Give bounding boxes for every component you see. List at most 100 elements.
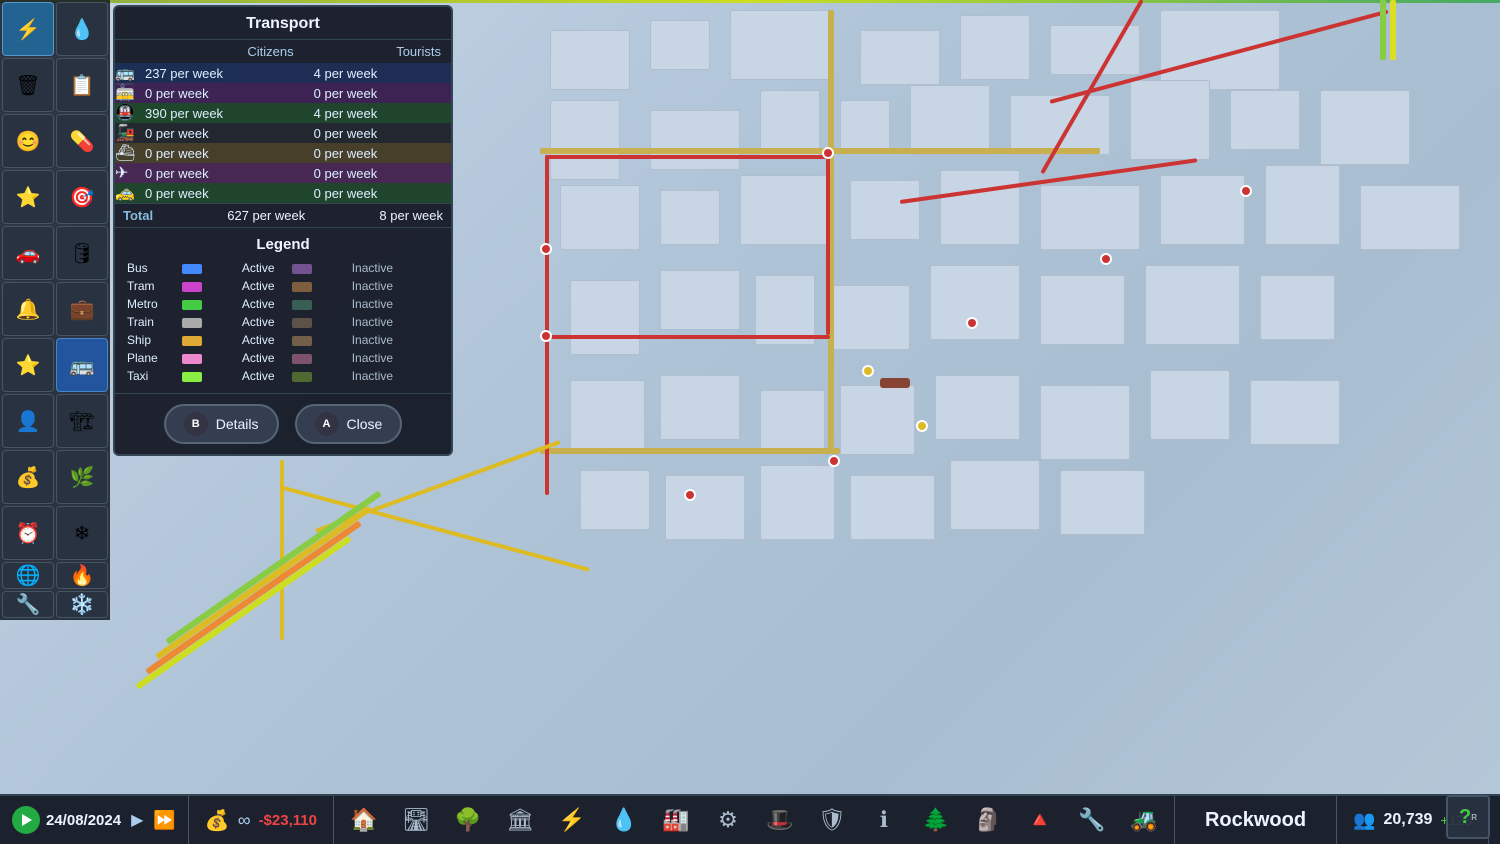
legend-inactive-label-train: Inactive bbox=[348, 313, 443, 331]
bottom-icon-water2[interactable]: 💧 bbox=[602, 798, 646, 842]
metro-icon: 🚇 bbox=[115, 103, 145, 123]
legend-active-label-tram: Active bbox=[238, 277, 288, 295]
legend-inactive-label-taxi: Inactive bbox=[348, 367, 443, 385]
bottom-icon-triangle[interactable]: 🔺 bbox=[1018, 798, 1062, 842]
legend-inactive-label-plane: Inactive bbox=[348, 349, 443, 367]
legend-table: Bus Active Inactive Tram Active Inactive… bbox=[123, 259, 443, 385]
bottom-icon-park[interactable]: 🌳 bbox=[446, 798, 490, 842]
transport-row-train: 🚂 0 per week 0 per week bbox=[115, 123, 451, 143]
city-name-section: Rockwood bbox=[1174, 796, 1337, 844]
ship-tourists: 0 per week bbox=[314, 143, 451, 163]
transport-table: Citizens Tourists 🚌 237 per week 4 per w… bbox=[115, 40, 451, 203]
legend-inactive-swatch-metro bbox=[288, 295, 348, 313]
panel-buttons: B Details A Close bbox=[115, 393, 451, 454]
sidebar-btn-citizens[interactable]: 👤 bbox=[2, 394, 54, 448]
transport-rows: 🚌 237 per week 4 per week 🚋 0 per week 0… bbox=[115, 63, 451, 203]
citizens-col-header: Citizens bbox=[145, 40, 314, 63]
sidebar-btn-heat[interactable]: 🔥 bbox=[56, 562, 108, 589]
play-button[interactable] bbox=[12, 806, 40, 834]
legend-name-plane: Plane bbox=[123, 349, 178, 367]
train-tourists: 0 per week bbox=[314, 123, 451, 143]
fast-forward-button[interactable]: ▶ bbox=[127, 808, 147, 832]
legend-active-swatch-metro bbox=[178, 295, 238, 313]
legend-inactive-label-metro: Inactive bbox=[348, 295, 443, 313]
legend-row-bus: Bus Active Inactive bbox=[123, 259, 443, 277]
sidebar-btn-globe[interactable]: 🌐 bbox=[2, 562, 54, 589]
time-section: 24/08/2024 ▶ ⏩ bbox=[0, 796, 189, 844]
train-citizens: 0 per week bbox=[145, 123, 314, 143]
bottom-icon-gear[interactable]: ⚙ bbox=[706, 798, 750, 842]
legend-rows: Bus Active Inactive Tram Active Inactive… bbox=[123, 259, 443, 385]
sidebar-btn-alert[interactable]: 🔔 bbox=[2, 282, 54, 336]
bottom-icon-tree[interactable]: 🌲 bbox=[914, 798, 958, 842]
bottom-icon-monument[interactable]: 🗿 bbox=[966, 798, 1010, 842]
plane-citizens: 0 per week bbox=[145, 163, 314, 183]
transport-row-tram: 🚋 0 per week 0 per week bbox=[115, 83, 451, 103]
legend-inactive-swatch-train bbox=[288, 313, 348, 331]
sidebar-btn-finance[interactable]: 💰 bbox=[2, 450, 54, 504]
transport-row-taxi: 🚕 0 per week 0 per week bbox=[115, 183, 451, 203]
help-button[interactable]: ? R bbox=[1446, 795, 1490, 839]
sidebar-btn-happiness[interactable]: 😊 bbox=[2, 114, 54, 168]
legend-row-plane: Plane Active Inactive bbox=[123, 349, 443, 367]
details-button[interactable]: B Details bbox=[164, 404, 279, 444]
bottom-icon-road2[interactable]: 🛣 bbox=[394, 798, 438, 842]
legend-active-swatch-ship bbox=[178, 331, 238, 349]
ship-icon: ⛴ bbox=[115, 143, 145, 163]
sidebar-btn-nature[interactable]: 🌿 bbox=[56, 450, 108, 504]
bottom-icon-wrench[interactable]: 🔧 bbox=[1070, 798, 1114, 842]
bottom-icon-service[interactable]: 🏛 bbox=[498, 798, 542, 842]
transport-row-bus: 🚌 237 per week 4 per week bbox=[115, 63, 451, 83]
sidebar-btn-buildings[interactable]: 🏗 bbox=[56, 394, 108, 448]
help-shortcut: R bbox=[1471, 813, 1477, 822]
train-icon: 🚂 bbox=[115, 123, 145, 143]
legend-name-metro: Metro bbox=[123, 295, 178, 313]
sidebar-btn-info[interactable]: 📋 bbox=[56, 58, 108, 112]
bottom-icon-zone[interactable]: 🏠 bbox=[342, 798, 386, 842]
total-label: Total bbox=[123, 208, 153, 223]
sidebar-btn-resources[interactable]: 🛢 bbox=[56, 226, 108, 280]
bottom-icons-bar: 🏠 🛣 🌳 🏛 ⚡ 💧 🏭 ⚙ 🎩 🛡 ℹ 🌲 🗿 🔺 🔧 🚜 bbox=[334, 798, 1174, 842]
legend-inactive-label-ship: Inactive bbox=[348, 331, 443, 349]
sidebar-btn-transport[interactable]: 🚌 bbox=[56, 338, 108, 392]
icon-col-header bbox=[115, 40, 145, 63]
bottom-toolbar: 24/08/2024 ▶ ⏩ 💰 ∞ -$23,110 🏠 🛣 🌳 🏛 ⚡ 💧 … bbox=[0, 794, 1500, 844]
bottom-icon-pickup[interactable]: 🚜 bbox=[1122, 798, 1166, 842]
legend-active-label-metro: Active bbox=[238, 295, 288, 313]
legend-inactive-swatch-plane bbox=[288, 349, 348, 367]
sidebar-btn-policy[interactable]: 🎯 bbox=[56, 170, 108, 224]
transport-row-metro: 🚇 390 per week 4 per week bbox=[115, 103, 451, 123]
close-button[interactable]: A Close bbox=[295, 404, 403, 444]
sidebar-btn-water[interactable]: 💧 bbox=[56, 2, 108, 56]
sidebar-btn-health[interactable]: 💊 bbox=[56, 114, 108, 168]
details-label: Details bbox=[216, 416, 259, 432]
details-key-icon: B bbox=[184, 412, 208, 436]
sidebar-btn-districts[interactable]: ⭐ bbox=[2, 338, 54, 392]
sidebar-btn-electricity[interactable]: ⚡ bbox=[2, 2, 54, 56]
legend-name-ship: Ship bbox=[123, 331, 178, 349]
money-balance: -$23,110 bbox=[259, 812, 317, 829]
bottom-icon-hat[interactable]: 🎩 bbox=[758, 798, 802, 842]
bus-tourists: 4 per week bbox=[314, 63, 451, 83]
bottom-icon-industry[interactable]: 🏭 bbox=[654, 798, 698, 842]
happiness-section: ⚠ bbox=[1489, 796, 1500, 844]
sidebar-btn-road[interactable]: 🚗 bbox=[2, 226, 54, 280]
sidebar-btn-time[interactable]: ⏰ bbox=[2, 506, 54, 560]
tram-tourists: 0 per week bbox=[314, 83, 451, 103]
sidebar-btn-star[interactable]: ⭐ bbox=[2, 170, 54, 224]
plane-icon: ✈ bbox=[115, 163, 145, 183]
bottom-icon-info2[interactable]: ℹ bbox=[862, 798, 906, 842]
sidebar-btn-economy[interactable]: 💼 bbox=[56, 282, 108, 336]
sidebar: ⚡ 💧 🗑 📋 😊 💊 ⭐ 🎯 🚗 🛢 🔔 💼 ⭐ 🚌 👤 🏗 💰 🌿 ⏰ ❄ … bbox=[0, 0, 110, 620]
legend-name-train: Train bbox=[123, 313, 178, 331]
total-tourists: 8 per week bbox=[379, 208, 443, 223]
bottom-icon-shield[interactable]: 🛡 bbox=[810, 798, 854, 842]
bottom-icon-power[interactable]: ⚡ bbox=[550, 798, 594, 842]
legend-active-label-train: Active bbox=[238, 313, 288, 331]
taxi-citizens: 0 per week bbox=[145, 183, 314, 203]
sidebar-btn-tools[interactable]: 🔧 bbox=[2, 591, 54, 618]
sidebar-btn-snow[interactable]: ❄ bbox=[56, 506, 108, 560]
sidebar-btn-waste[interactable]: 🗑 bbox=[2, 58, 54, 112]
legend-active-swatch-tram bbox=[178, 277, 238, 295]
sidebar-btn-freeze[interactable]: ❄️ bbox=[56, 591, 108, 618]
